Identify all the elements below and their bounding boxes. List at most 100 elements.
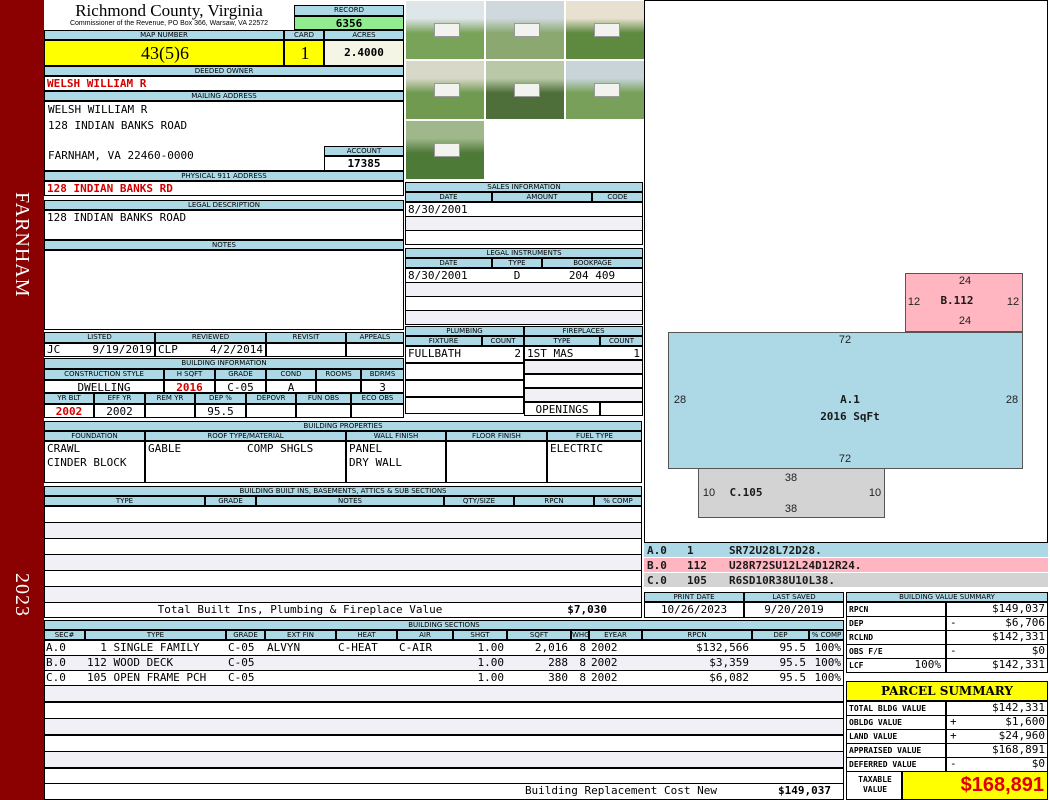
plumbing-row: [405, 397, 524, 414]
building-section-cell: 100%: [814, 656, 842, 669]
property-photo-2[interactable]: [485, 0, 565, 60]
building-sections-label: BUILDING SECTIONS: [44, 620, 844, 630]
value-summary-pct: [900, 630, 944, 645]
value-summary-value: $149,037: [992, 602, 1045, 615]
building-sections-header: EYEAR: [589, 630, 642, 640]
building-info-header: REM YR: [145, 393, 195, 404]
building-section-row[interactable]: [44, 751, 844, 768]
roof-type-value: GABLE: [148, 442, 182, 455]
building-section-row[interactable]: [44, 701, 844, 719]
building-sections-header: TYPE: [85, 630, 226, 640]
built-ins-header: QTY/SIZE: [444, 496, 514, 506]
building-section-cell: 95.5: [779, 671, 807, 684]
building-section-cell: 1.00: [477, 656, 505, 669]
value-summary-value: $0: [1031, 644, 1045, 657]
building-info-value: [296, 404, 351, 418]
building-section-row[interactable]: [44, 718, 844, 735]
built-ins-row[interactable]: [44, 554, 642, 571]
property-photo-6[interactable]: [565, 60, 645, 120]
building-info-header: EFF YR: [94, 393, 145, 404]
building-section-cell: 100%: [814, 671, 842, 684]
building-info-value: [246, 404, 296, 418]
legal-description-label: LEGAL DESCRIPTION: [44, 200, 404, 210]
building-section-cell: $132,566: [696, 641, 749, 654]
dimension-label: 24: [958, 275, 972, 287]
house-icon: [514, 23, 540, 37]
building-section-cell: [336, 671, 397, 685]
building-section-cell: 8: [579, 656, 586, 669]
building-section-cell: 2002: [591, 671, 618, 684]
openings-value: [600, 402, 643, 416]
notes-field[interactable]: [44, 250, 404, 330]
building-properties-header: FOUNDATION: [44, 431, 145, 441]
parcel-summary-value: $142,331: [992, 701, 1045, 714]
built-ins-row[interactable]: [44, 522, 642, 539]
deeded-owner-name: WELSH WILLIAM R: [44, 76, 404, 91]
value-summary-pct: [900, 644, 944, 659]
house-icon: [594, 23, 620, 37]
record-number: 6356: [294, 16, 404, 30]
foundation-value: CRAWL: [47, 442, 81, 455]
built-ins-header: % COMP: [594, 496, 642, 506]
built-ins-header: RPCN: [514, 496, 594, 506]
fireplace-type: 1ST MAS: [527, 347, 574, 360]
building-section-row[interactable]: [44, 734, 844, 752]
building-info-value: 2016: [164, 380, 215, 393]
fireplace-row: [524, 360, 643, 374]
mailing-address-label: MAILING ADDRESS: [44, 91, 404, 101]
review-header: APPEALS: [346, 332, 404, 343]
fireplace-row: [524, 374, 643, 388]
built-ins-label: BUILDING BUILT INS, BASEMENTS, ATTICS & …: [44, 486, 642, 496]
house-icon: [434, 83, 460, 97]
plumbing-row: [405, 380, 524, 397]
value-summary-value: $6,706: [1005, 616, 1045, 629]
wall-finish-value: DRY WALL: [349, 456, 402, 469]
building-section-cell: 95.5: [779, 656, 807, 669]
sales-row: [405, 216, 643, 231]
county-subtitle: Commissioner of the Revenue, PO Box 366,…: [69, 20, 269, 27]
plumbing-row: [405, 363, 524, 380]
sales-header: CODE: [592, 192, 643, 202]
building-sections-header: RPCN: [642, 630, 752, 640]
instruments-header: DATE: [405, 258, 492, 268]
parcel-summary-value: $24,960: [998, 729, 1045, 742]
property-photo-3[interactable]: [565, 0, 645, 60]
value-summary-pct: [900, 602, 944, 617]
building-section-cell: [397, 671, 453, 685]
built-ins-header: TYPE: [44, 496, 205, 506]
sketch-legend-path: R6SD10R38U10L38.: [729, 574, 835, 587]
dimension-label: 10: [868, 487, 882, 499]
property-photo-7[interactable]: [405, 120, 485, 180]
building-section-cell: $6,082: [709, 671, 749, 684]
sketch-legend-code: 112: [687, 559, 707, 572]
building-info-value: [351, 404, 404, 418]
sales-header: DATE: [405, 192, 492, 202]
building-section-row[interactable]: [44, 767, 844, 785]
building-info-header: CONSTRUCTION STYLE: [44, 369, 164, 380]
review-header: REVISIT: [266, 332, 346, 343]
building-info-value: 95.5: [195, 404, 246, 418]
building-section-row[interactable]: [44, 685, 844, 702]
plumbing-header: COUNT: [482, 336, 524, 346]
mailing-line: WELSH WILLIAM R: [48, 103, 148, 116]
instrument-date: 8/30/2001: [408, 269, 468, 282]
property-photo-5[interactable]: [485, 60, 565, 120]
built-ins-row[interactable]: [44, 506, 642, 523]
account-label: ACCOUNT: [324, 146, 404, 156]
instruments-row: [405, 310, 643, 325]
sales-header: AMOUNT: [492, 192, 592, 202]
building-properties-label: BUILDING PROPERTIES: [44, 421, 642, 431]
building-info-value: C-05: [215, 380, 266, 393]
building-section-cell: 2002: [591, 656, 618, 669]
built-ins-row[interactable]: [44, 586, 642, 603]
house-icon: [434, 23, 460, 37]
property-photo-4[interactable]: [405, 60, 485, 120]
dimension-label: 28: [1005, 394, 1019, 406]
built-ins-header: NOTES: [256, 496, 444, 506]
building-info-header: ROOMS: [316, 369, 361, 380]
building-info-header: COND: [266, 369, 316, 380]
acres-value: 2.4000: [324, 40, 404, 66]
built-ins-row[interactable]: [44, 570, 642, 587]
property-photo-1[interactable]: [405, 0, 485, 60]
built-ins-row[interactable]: [44, 538, 642, 555]
